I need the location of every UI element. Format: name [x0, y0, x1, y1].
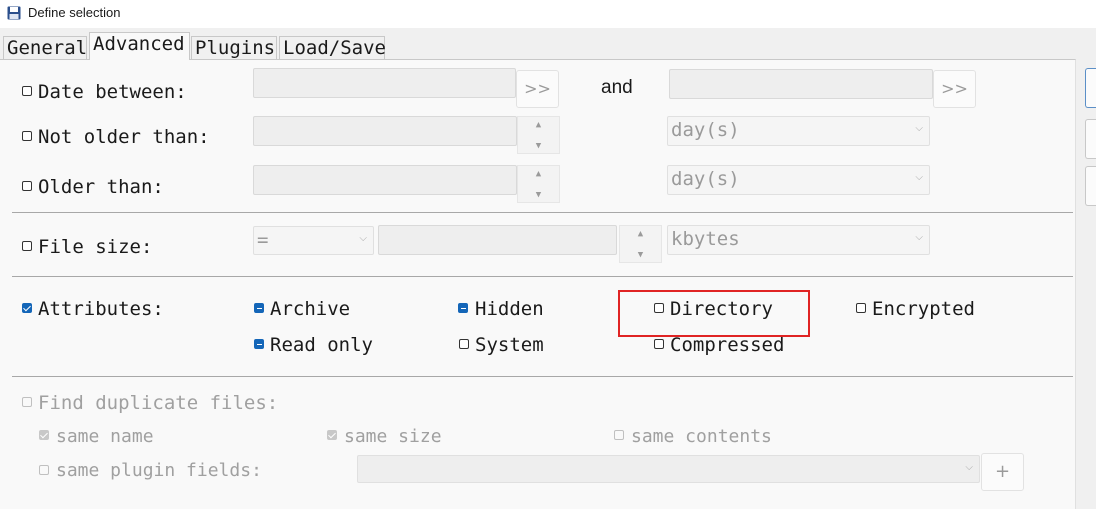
archive-checkbox[interactable] [254, 303, 264, 313]
not-older-unit-select[interactable]: day(s) ⌵ [667, 116, 930, 146]
spin-down-icon[interactable]: ▼ [620, 250, 661, 260]
dialog-button-2[interactable] [1085, 119, 1096, 159]
hidden-checkbox[interactable] [458, 303, 468, 313]
tab-advanced[interactable]: Advanced [89, 32, 190, 60]
older-value-input[interactable] [253, 165, 517, 195]
floppy-disk-icon [7, 6, 21, 20]
not-older-value-input[interactable] [253, 116, 517, 146]
tab-load-save[interactable]: Load/Save [279, 36, 386, 60]
attributes-label: Attributes: [38, 298, 164, 320]
tab-strip: General Advanced Plugins Load/Save [0, 28, 1096, 60]
read-only-label: Read only [270, 334, 373, 356]
date-to-input[interactable] [669, 69, 933, 99]
file-size-operator-select[interactable]: = ⌵ [253, 226, 374, 255]
system-checkbox[interactable] [459, 339, 469, 349]
same-contents-checkbox[interactable] [614, 430, 624, 440]
older-unit-select[interactable]: day(s) ⌵ [667, 165, 930, 195]
not-older-checkbox[interactable] [22, 131, 32, 141]
not-older-label: Not older than: [38, 126, 210, 148]
spin-up-icon[interactable]: ▲ [518, 169, 559, 179]
file-size-checkbox[interactable] [22, 241, 32, 251]
dialog-button-1[interactable] [1085, 68, 1096, 108]
spin-down-icon[interactable]: ▼ [518, 141, 559, 151]
attributes-checkbox[interactable] [22, 303, 32, 313]
window-title: Define selection [28, 5, 121, 20]
file-size-label: File size: [38, 236, 153, 258]
encrypted-checkbox[interactable] [856, 303, 866, 313]
date-between-label: Date between: [38, 81, 187, 103]
file-size-value-input[interactable] [378, 225, 617, 255]
separator [12, 276, 1073, 277]
compressed-label: Compressed [670, 334, 785, 356]
older-spinner[interactable]: ▲ ▼ [517, 165, 560, 203]
date-to-picker-button[interactable]: >> [933, 70, 976, 108]
compressed-checkbox[interactable] [654, 339, 664, 349]
chevron-down-icon: ⌵ [915, 232, 923, 243]
same-contents-label: same contents [631, 426, 772, 447]
separator [12, 212, 1073, 213]
date-from-picker-button[interactable]: >> [516, 70, 559, 108]
not-older-spinner[interactable]: ▲ ▼ [517, 116, 560, 154]
same-name-label: same name [56, 426, 154, 447]
same-name-checkbox[interactable] [39, 430, 49, 440]
chevron-down-icon: ⌵ [915, 123, 923, 134]
read-only-checkbox[interactable] [254, 339, 264, 349]
spin-up-icon[interactable]: ▲ [518, 120, 559, 130]
file-size-spinner[interactable]: ▲ ▼ [619, 225, 662, 263]
file-size-unit-select[interactable]: kbytes ⌵ [667, 225, 930, 255]
plugin-fields-select[interactable]: ⌵ [357, 455, 980, 483]
date-from-input[interactable] [253, 68, 516, 98]
hidden-label: Hidden [475, 298, 544, 320]
dialog-button-3[interactable] [1085, 166, 1096, 206]
tab-plugins[interactable]: Plugins [191, 36, 277, 60]
chevron-down-icon: ⌵ [965, 462, 973, 473]
find-duplicates-checkbox[interactable] [22, 397, 32, 407]
system-label: System [475, 334, 544, 356]
separator [12, 376, 1073, 377]
chevron-down-icon: ⌵ [915, 172, 923, 183]
encrypted-label: Encrypted [872, 298, 975, 320]
same-plugin-fields-label: same plugin fields: [56, 460, 262, 481]
add-plugin-field-button[interactable]: + [981, 453, 1024, 491]
same-size-checkbox[interactable] [327, 430, 337, 440]
archive-label: Archive [270, 298, 351, 320]
spin-up-icon[interactable]: ▲ [620, 229, 661, 239]
older-checkbox[interactable] [22, 181, 32, 191]
directory-highlight-box [618, 290, 810, 337]
spin-down-icon[interactable]: ▼ [518, 190, 559, 200]
same-size-label: same size [344, 426, 442, 447]
same-plugin-fields-checkbox[interactable] [39, 465, 49, 475]
chevron-down-icon: ⌵ [359, 233, 367, 244]
find-duplicates-label: Find duplicate files: [38, 392, 279, 414]
tab-general[interactable]: General [3, 36, 87, 60]
title-bar: Define selection [0, 0, 1096, 28]
and-label: and [601, 77, 633, 98]
older-label: Older than: [38, 176, 164, 198]
date-between-checkbox[interactable] [22, 86, 32, 96]
